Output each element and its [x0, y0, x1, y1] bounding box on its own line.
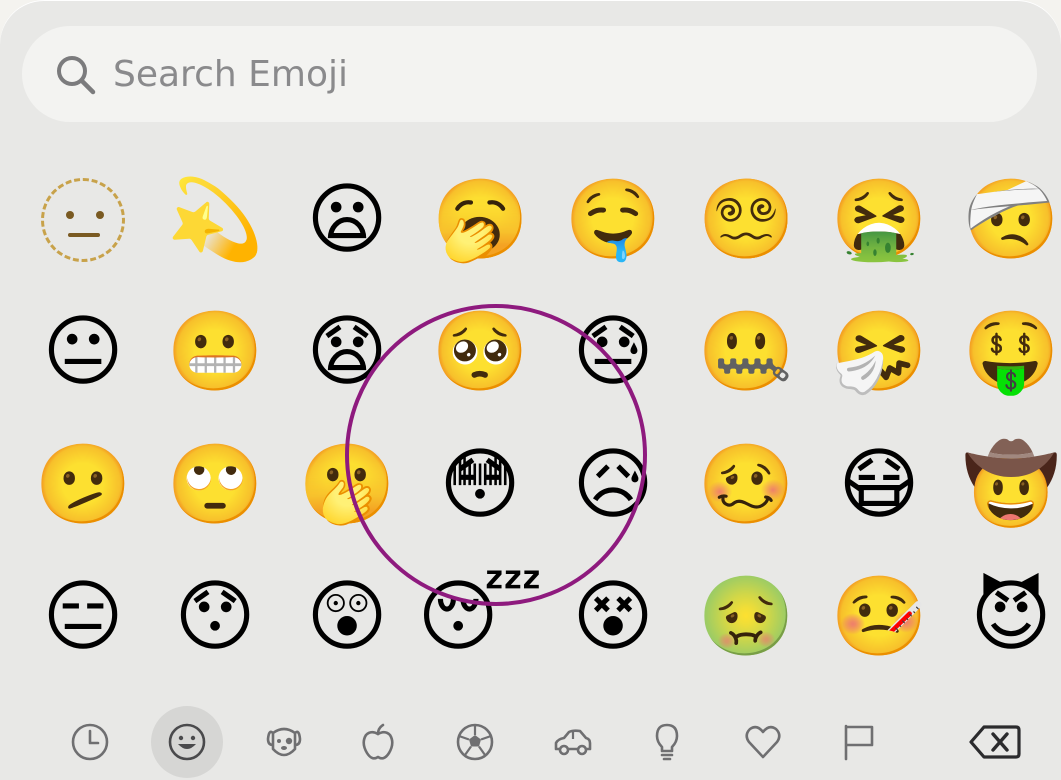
emoji-glyph: 😓	[572, 307, 654, 397]
emoji-glyph: 🤢	[697, 572, 795, 662]
emoji-cell[interactable]: 🤠	[955, 429, 1061, 541]
emoji-cell[interactable]: 😐	[27, 296, 139, 408]
emoji-cell[interactable]: 🤤	[557, 164, 669, 276]
category-flags-button[interactable]	[823, 706, 895, 778]
emoji-glyph: 😦	[306, 175, 388, 265]
emoji-glyph: 🤒	[830, 572, 928, 662]
emoji-glyph: 🥺	[431, 307, 529, 397]
emoji-cell[interactable]: 😓	[557, 296, 669, 408]
emoji-cell[interactable]: 😯	[159, 561, 271, 673]
emoji-glyph: 😳	[439, 440, 521, 530]
emoji-glyph: 💫	[166, 175, 264, 265]
category-bar	[0, 700, 1061, 780]
emoji-cell[interactable]: 😈	[955, 561, 1061, 673]
emoji-cell[interactable]: 😬	[159, 296, 271, 408]
emoji-glyph: 😥	[572, 440, 654, 530]
category-smileys-button[interactable]	[151, 706, 223, 778]
category-food-button[interactable]	[342, 706, 414, 778]
clock-icon	[71, 723, 109, 761]
emoji-glyph: 😧	[306, 307, 388, 397]
heart-icon	[745, 725, 781, 759]
emoji-glyph: 🤑	[962, 307, 1060, 397]
emoji-cell[interactable]: 🥱	[424, 164, 536, 276]
emoji-cell[interactable]: 🫤	[27, 429, 139, 541]
smiley-icon	[168, 723, 206, 761]
emoji-glyph: 😑	[42, 572, 124, 662]
category-objects-button[interactable]	[631, 706, 703, 778]
emoji-cell[interactable]: 😧	[291, 296, 403, 408]
emoji-cell[interactable]: 🤮	[823, 164, 935, 276]
emoji-grid: 💫 😦 🥱 🤤 😵‍💫 🤮 🤕 😐 😬 😧 🥺 😓 🤐 🤧 🤑 🫤 🙄 🫢 😳 …	[0, 0, 1061, 700]
emoji-glyph: 😬	[166, 307, 264, 397]
dog-icon	[266, 727, 302, 757]
emoji-glyph: 😵‍💫	[697, 175, 795, 265]
emoji-glyph: 😵	[572, 572, 654, 662]
car-icon	[554, 729, 592, 756]
emoji-cell[interactable]: 💫	[159, 164, 271, 276]
emoji-glyph: 🤠	[962, 440, 1060, 530]
emoji-cell[interactable]: 😥	[557, 429, 669, 541]
backspace-icon	[969, 725, 1021, 759]
emoji-glyph: 🙄	[166, 440, 264, 530]
category-animals-button[interactable]	[248, 706, 320, 778]
lightbulb-icon	[655, 723, 679, 761]
emoji-glyph: 🤤	[564, 175, 662, 265]
emoji-keyboard: 💫 😦 🥱 🤤 😵‍💫 🤮 🤕 😐 😬 😧 🥺 😓 🤐 🤧 🤑 🫤 🙄 🫢 😳 …	[0, 0, 1061, 780]
emoji-glyph: 🥴	[697, 440, 795, 530]
emoji-cell[interactable]: 🥺	[424, 296, 536, 408]
emoji-glyph: 🫢	[298, 440, 396, 530]
emoji-cell[interactable]: 🤕	[955, 164, 1061, 276]
emoji-glyph: 🤕	[962, 175, 1060, 265]
emoji-cell[interactable]: 🫢	[291, 429, 403, 541]
emoji-cell[interactable]: 🤧	[823, 296, 935, 408]
apple-icon	[362, 723, 394, 760]
emoji-cell[interactable]: 🙄	[159, 429, 271, 541]
emoji-cell[interactable]: 🤢	[690, 561, 802, 673]
delete-key[interactable]	[955, 706, 1035, 778]
emoji-glyph: 😲	[306, 572, 388, 662]
emoji-cell[interactable]: 😦	[291, 164, 403, 276]
emoji-cell[interactable]: 😑	[27, 561, 139, 673]
emoji-glyph: 😯	[174, 572, 256, 662]
emoji-glyph: 🤐	[697, 307, 795, 397]
category-activity-button[interactable]	[439, 706, 511, 778]
emoji-cell[interactable]: 😵‍💫	[690, 164, 802, 276]
flag-icon	[844, 724, 874, 761]
emoji-glyph: 🤧	[830, 307, 928, 397]
emoji-glyph: 🤮	[830, 175, 928, 265]
emoji-glyph: 🫤	[34, 440, 132, 530]
emoji-glyph: 🥱	[431, 175, 529, 265]
emoji-cell[interactable]: 😵	[557, 561, 669, 673]
emoji-cell[interactable]: 🤐	[690, 296, 802, 408]
emoji-cell[interactable]: 🥴	[690, 429, 802, 541]
emoji-flushed-face[interactable]: 😳	[424, 429, 536, 541]
emoji-glyph: 😈	[970, 572, 1052, 662]
emoji-glyph: 😷	[838, 440, 920, 530]
category-travel-button[interactable]	[537, 706, 609, 778]
emoji-cell[interactable]: 🤑	[955, 296, 1061, 408]
emoji-cell[interactable]: 😴	[417, 561, 542, 673]
emoji-cell[interactable]: 🤒	[823, 561, 935, 673]
emoji-glyph: 😐	[42, 307, 124, 397]
emoji-cell[interactable]: 😷	[823, 429, 935, 541]
emoji-dotted-line-face[interactable]	[27, 164, 139, 276]
soccer-ball-icon	[456, 723, 494, 761]
category-symbols-button[interactable]	[727, 706, 799, 778]
emoji-cell[interactable]: 😲	[291, 561, 403, 673]
category-recent-button[interactable]	[54, 706, 126, 778]
emoji-glyph: 😴	[417, 572, 543, 662]
dotted-line-face-icon	[41, 178, 125, 262]
